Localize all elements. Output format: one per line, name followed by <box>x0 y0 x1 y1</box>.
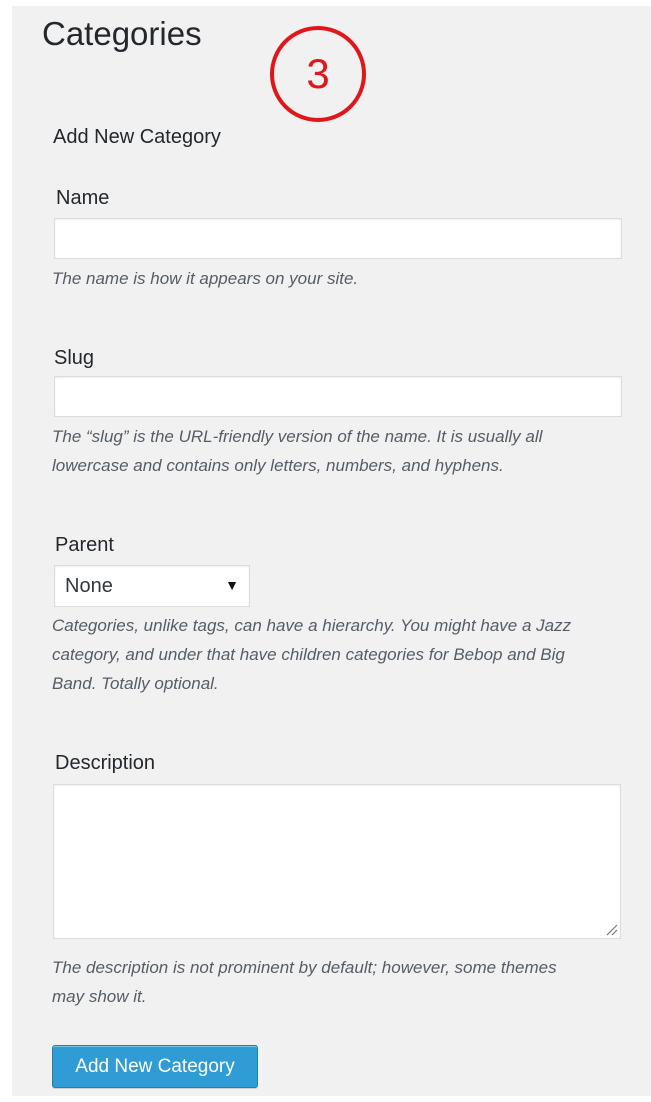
parent-help-text-line3: Band. Totally optional. <box>52 674 219 693</box>
name-help-text: The name is how it appears on your site. <box>52 269 359 288</box>
step-annotation-number: 3 <box>306 50 330 97</box>
name-label: Name <box>56 187 110 209</box>
add-category-heading: Add New Category <box>53 126 221 148</box>
slug-help-text-line2: lowercase and contains only letters, num… <box>52 456 504 475</box>
parent-select[interactable]: None ▼ <box>54 565 250 607</box>
step-annotation-circle: 3 <box>270 26 366 122</box>
resize-grip-icon[interactable] <box>604 922 618 936</box>
parent-help-text-line2: category, and under that have children c… <box>52 645 565 664</box>
page-title: Categories <box>42 15 202 52</box>
parent-help-text-line1: Categories, unlike tags, can have a hier… <box>52 616 572 635</box>
description-help-text-line1: The description is not prominent by defa… <box>52 958 557 977</box>
description-help-text-line2: may show it. <box>52 987 147 1006</box>
slug-input[interactable] <box>54 376 622 417</box>
name-input[interactable] <box>54 218 622 259</box>
slug-label: Slug <box>54 347 95 369</box>
description-label: Description <box>55 752 156 774</box>
description-textarea[interactable] <box>53 784 621 939</box>
parent-selected-value: None <box>65 575 113 597</box>
slug-help-text-line1: The “slug” is the URL-friendly version o… <box>52 427 543 446</box>
triangle-down-icon: ▼ <box>225 577 239 593</box>
add-new-category-button[interactable]: Add New Category <box>52 1045 258 1088</box>
parent-label: Parent <box>55 534 114 556</box>
